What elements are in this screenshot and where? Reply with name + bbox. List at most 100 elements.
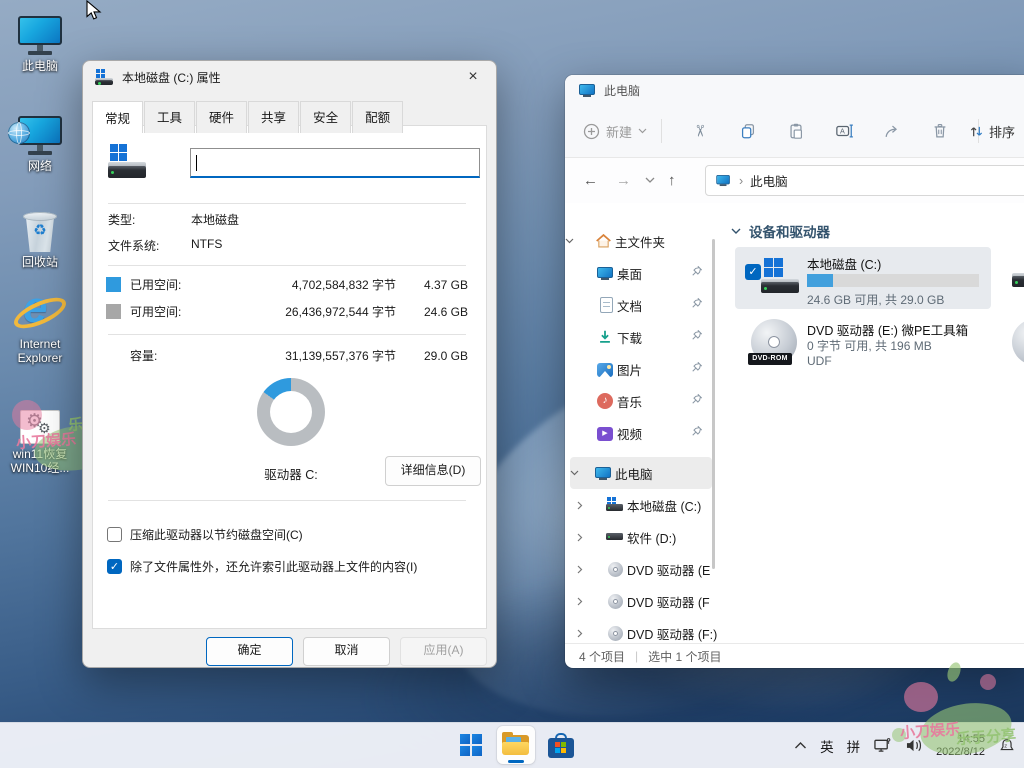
tab-hardware[interactable]: 硬件 (196, 101, 247, 133)
dialog-titlebar[interactable]: 本地磁盘 (C:) 属性 (83, 61, 496, 93)
pictures-icon (593, 362, 617, 377)
tab-security[interactable]: 安全 (300, 101, 351, 133)
index-checkbox-row[interactable]: ✓ 除了文件属性外，还允许索引此驱动器上文件的内容(I) (107, 558, 417, 575)
history-chevron-icon[interactable] (645, 177, 655, 184)
sidebar-item-documents[interactable]: 文档 (565, 289, 717, 321)
clock[interactable]: 14:55 2022/8/12 (936, 733, 985, 759)
tab-sharing[interactable]: 共享 (248, 101, 299, 133)
capacity-label: 容量: (130, 347, 218, 364)
this-pc-icon (716, 173, 730, 187)
trash-icon (931, 122, 949, 140)
cancel-button[interactable]: 取消 (303, 637, 390, 666)
sidebar-item-label: 下载 (617, 328, 642, 347)
sort-button[interactable]: 排序 (969, 122, 1015, 141)
sidebar-item-music[interactable]: ♪ 音乐 (565, 385, 717, 417)
sidebar-item-dvd-e[interactable]: DVD 驱动器 (E (565, 553, 717, 585)
breadcrumb[interactable]: 此电脑 (750, 171, 788, 190)
network-icon[interactable] (873, 737, 892, 754)
taskbar-file-explorer[interactable] (497, 726, 535, 764)
desktop: 此电脑 网络 ♻ 回收站 e Internet Explorer ⚙⚙ win1… (0, 0, 1024, 768)
chevron-down-icon (638, 128, 647, 134)
address-bar[interactable]: › 此电脑 (705, 165, 1024, 196)
tab-tools[interactable]: 工具 (144, 101, 195, 133)
tray-chevron-up-icon[interactable] (794, 741, 807, 750)
apply-button[interactable]: 应用(A) (400, 637, 487, 666)
volume-label-input[interactable] (190, 148, 480, 178)
explorer-sidebar: 主文件夹 桌面 文档 下载 (565, 203, 717, 644)
text-caret (196, 155, 197, 171)
sidebar-item-dvd-f[interactable]: DVD 驱动器 (F (565, 585, 717, 617)
explorer-nav-bar: ← → ↑ › 此电脑 (565, 158, 1024, 204)
drive-caption: 0 字节 可用, 共 196 MB (807, 337, 932, 354)
mouse-cursor (86, 0, 103, 22)
svg-text:z: z (1004, 743, 1007, 749)
cut-button[interactable]: ✂ (683, 114, 717, 148)
speaker-icon[interactable] (905, 738, 923, 753)
start-button[interactable] (452, 726, 490, 764)
taskbar: 英 拼 14:55 2022/8/12 z (0, 722, 1024, 768)
desktop-icon-label: Internet Explorer (2, 337, 78, 365)
explorer-titlebar[interactable]: 此电脑 (565, 75, 1024, 105)
desktop-icon-this-pc[interactable]: 此电脑 (2, 10, 78, 73)
explorer-title: 此电脑 (604, 82, 640, 99)
checkbox-checked[interactable]: ✓ (745, 264, 761, 280)
free-space-bytes: 26,436,972,544 字节 (218, 303, 396, 320)
free-space-row: 可用空间: 26,436,972,544 字节 24.6 GB (106, 303, 468, 320)
ime-mode-indicator[interactable]: 拼 (847, 736, 861, 756)
drive-d-icon (603, 530, 627, 544)
taskbar-microsoft-store[interactable] (542, 726, 580, 764)
ok-button[interactable]: 确定 (206, 637, 293, 666)
capacity-row: 容量: 31,139,557,376 字节 29.0 GB (106, 347, 468, 364)
filesystem-value: NTFS (191, 237, 222, 251)
forward-button[interactable]: → (616, 172, 631, 189)
desktop-icon-recycle-bin[interactable]: ♻ 回收站 (2, 206, 78, 269)
tab-general[interactable]: 常规 (92, 101, 143, 133)
drive-tile-dvd-e[interactable]: DVD-ROM DVD 驱动器 (E:) 微PE工具箱 0 字节 可用, 共 1… (735, 313, 991, 373)
sidebar-item-videos[interactable]: ▶ 视频 (565, 417, 717, 449)
pin-icon (691, 361, 703, 373)
tab-quota[interactable]: 配额 (352, 101, 403, 133)
sidebar-item-label: 本地磁盘 (C:) (627, 496, 701, 515)
sidebar-item-label: 音乐 (617, 392, 642, 411)
desktop-icon-win11-restore[interactable]: ⚙⚙ win11恢复WIN10经... (2, 398, 78, 475)
desktop-folder-icon (593, 265, 617, 282)
copy-icon (739, 122, 757, 140)
sidebar-item-this-pc[interactable]: 此电脑 (570, 457, 712, 489)
drive-c-icon (761, 258, 801, 296)
delete-button[interactable] (923, 114, 957, 148)
sidebar-item-label: DVD 驱动器 (E (627, 560, 710, 579)
drive-tile-c[interactable]: ✓ 本地磁盘 (C:) 24.6 GB 可用, 共 29.0 GB (735, 247, 991, 309)
notification-bell-icon[interactable]: z (998, 737, 1016, 755)
sidebar-item-drive-d[interactable]: 软件 (D:) (565, 521, 717, 553)
sidebar-item-pictures[interactable]: 图片 (565, 353, 717, 385)
sidebar-item-desktop[interactable]: 桌面 (565, 257, 717, 289)
pin-icon (691, 425, 703, 437)
sidebar-scrollbar[interactable] (712, 239, 715, 569)
desktop-icon-internet-explorer[interactable]: e Internet Explorer (2, 288, 78, 365)
up-button[interactable]: ↑ (668, 172, 676, 189)
sidebar-item-downloads[interactable]: 下载 (565, 321, 717, 353)
paste-button[interactable] (779, 114, 813, 148)
explorer-command-bar: 新建 ✂ A 排序 (565, 105, 1024, 158)
details-button[interactable]: 详细信息(D) (385, 456, 481, 486)
copy-button[interactable] (731, 114, 765, 148)
rename-button[interactable]: A (827, 114, 861, 148)
drive-name: 本地磁盘 (C:) (807, 254, 881, 273)
close-button[interactable]: × (452, 62, 494, 92)
compress-checkbox-row[interactable]: 压缩此驱动器以节约磁盘空间(C) (107, 526, 303, 543)
desktop-icon-network[interactable]: 网络 (2, 110, 78, 173)
free-space-swatch (106, 304, 121, 319)
new-button[interactable]: 新建 (583, 122, 647, 141)
svg-text:A: A (840, 127, 845, 136)
windows-logo-icon (460, 734, 482, 756)
back-button[interactable]: ← (583, 172, 598, 189)
sidebar-item-drive-c[interactable]: 本地磁盘 (C:) (565, 489, 717, 521)
ime-language-indicator[interactable]: 英 (820, 736, 834, 756)
sidebar-item-home[interactable]: 主文件夹 (565, 225, 717, 257)
clock-time: 14:55 (936, 733, 985, 746)
checkbox-unchecked[interactable] (107, 527, 122, 542)
capacity-bar (807, 274, 979, 287)
share-button[interactable] (875, 114, 909, 148)
group-header-devices[interactable]: 设备和驱动器 (731, 221, 830, 241)
checkbox-checked[interactable]: ✓ (107, 559, 122, 574)
